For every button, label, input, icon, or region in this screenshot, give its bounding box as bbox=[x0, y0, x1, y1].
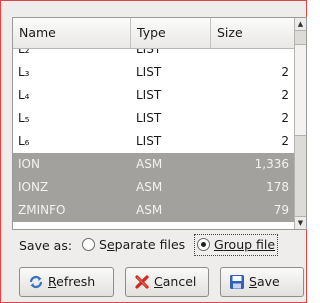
refresh-button[interactable]: Refresh bbox=[19, 267, 114, 297]
radio-unchecked-icon bbox=[82, 238, 95, 251]
refresh-icon bbox=[29, 276, 43, 288]
cell-name: L₃ bbox=[18, 65, 30, 79]
radio-label-accel: e bbox=[106, 237, 115, 252]
cell-size: 2 bbox=[281, 134, 289, 148]
table-row[interactable]: ZMINFO ASM 79 bbox=[13, 199, 294, 222]
cell-name: L₂ bbox=[18, 49, 30, 56]
cell-type: ASM bbox=[136, 180, 163, 194]
cell-type: ASM bbox=[136, 157, 163, 171]
cell-name: IONZ bbox=[18, 180, 49, 194]
list-header: Name Type Size bbox=[13, 18, 294, 49]
cell-type: LIST bbox=[136, 111, 162, 125]
table-row[interactable]: L₅ LIST 2 bbox=[13, 107, 294, 130]
button-label-accel: R bbox=[48, 274, 57, 289]
cancel-button[interactable]: Cancel bbox=[125, 267, 209, 297]
cell-type: LIST bbox=[136, 134, 162, 148]
radio-label-accel: G bbox=[214, 237, 224, 252]
save-as-label: Save as: bbox=[19, 238, 73, 253]
column-header-size[interactable]: Size bbox=[211, 18, 294, 48]
cell-type: ASM bbox=[136, 203, 163, 217]
radio-label-part: parate files bbox=[114, 237, 186, 252]
cell-size: 2 bbox=[281, 111, 289, 125]
list-rows: L₂ LIST L₃ LIST 2 L₄ LIST 2 L₅ LIST 2 L₆ LIST 2 ION ASM… bbox=[13, 49, 294, 229]
cell-name: ION bbox=[18, 157, 40, 171]
scroll-down-arrow-icon[interactable]: ▼ bbox=[295, 216, 306, 229]
cell-type: LIST bbox=[136, 49, 162, 56]
table-row[interactable]: L₂ LIST bbox=[13, 49, 294, 61]
button-label: efresh bbox=[56, 274, 96, 289]
table-row[interactable]: ION ASM 1,336 bbox=[13, 153, 294, 176]
radio-group-file[interactable]: Group file bbox=[194, 234, 279, 256]
cell-name: L₄ bbox=[18, 88, 30, 102]
vertical-scrollbar[interactable]: ▲ ▼ bbox=[294, 18, 306, 229]
column-header-type[interactable]: Type bbox=[131, 18, 211, 48]
button-label-accel: C bbox=[154, 274, 163, 289]
cell-name: L₅ bbox=[18, 111, 30, 125]
scrollbar-thumb[interactable] bbox=[295, 44, 306, 136]
column-header-name[interactable]: Name bbox=[13, 18, 131, 48]
radio-separate-files[interactable]: Separate files bbox=[82, 234, 185, 256]
cell-size: 2 bbox=[281, 88, 289, 102]
variable-list[interactable]: Name Type Size L₂ LIST L₃ LIST 2 L₄ LIST 2 L₅ LIS… bbox=[12, 17, 307, 230]
save-button[interactable]: Save bbox=[220, 267, 304, 297]
radio-label-part: S bbox=[99, 237, 107, 252]
dialog-window: Name Type Size L₂ LIST L₃ LIST 2 L₄ LIST 2 L₅ LIS… bbox=[0, 0, 307, 303]
cancel-icon bbox=[135, 275, 149, 289]
radio-checked-icon bbox=[197, 238, 210, 251]
save-icon bbox=[230, 275, 244, 289]
table-row[interactable]: L₆ LIST 2 bbox=[13, 130, 294, 153]
radio-label-part: roup file bbox=[223, 237, 276, 252]
cell-type: LIST bbox=[136, 88, 162, 102]
button-label-accel: S bbox=[249, 274, 257, 289]
cell-name: ZMINFO bbox=[18, 203, 66, 217]
cell-size: 178 bbox=[266, 180, 289, 194]
cell-type: LIST bbox=[136, 65, 162, 79]
button-label: ancel bbox=[162, 274, 197, 289]
cell-size: 2 bbox=[281, 65, 289, 79]
cell-name: L₆ bbox=[18, 134, 30, 148]
table-row[interactable]: L₄ LIST 2 bbox=[13, 84, 294, 107]
scroll-up-arrow-icon[interactable]: ▲ bbox=[295, 18, 306, 31]
cell-size: 1,336 bbox=[254, 157, 289, 171]
table-row[interactable]: L₃ LIST 2 bbox=[13, 61, 294, 84]
button-label: ave bbox=[256, 274, 280, 289]
cell-size: 79 bbox=[273, 203, 289, 217]
table-row[interactable]: IONZ ASM 178 bbox=[13, 176, 294, 199]
